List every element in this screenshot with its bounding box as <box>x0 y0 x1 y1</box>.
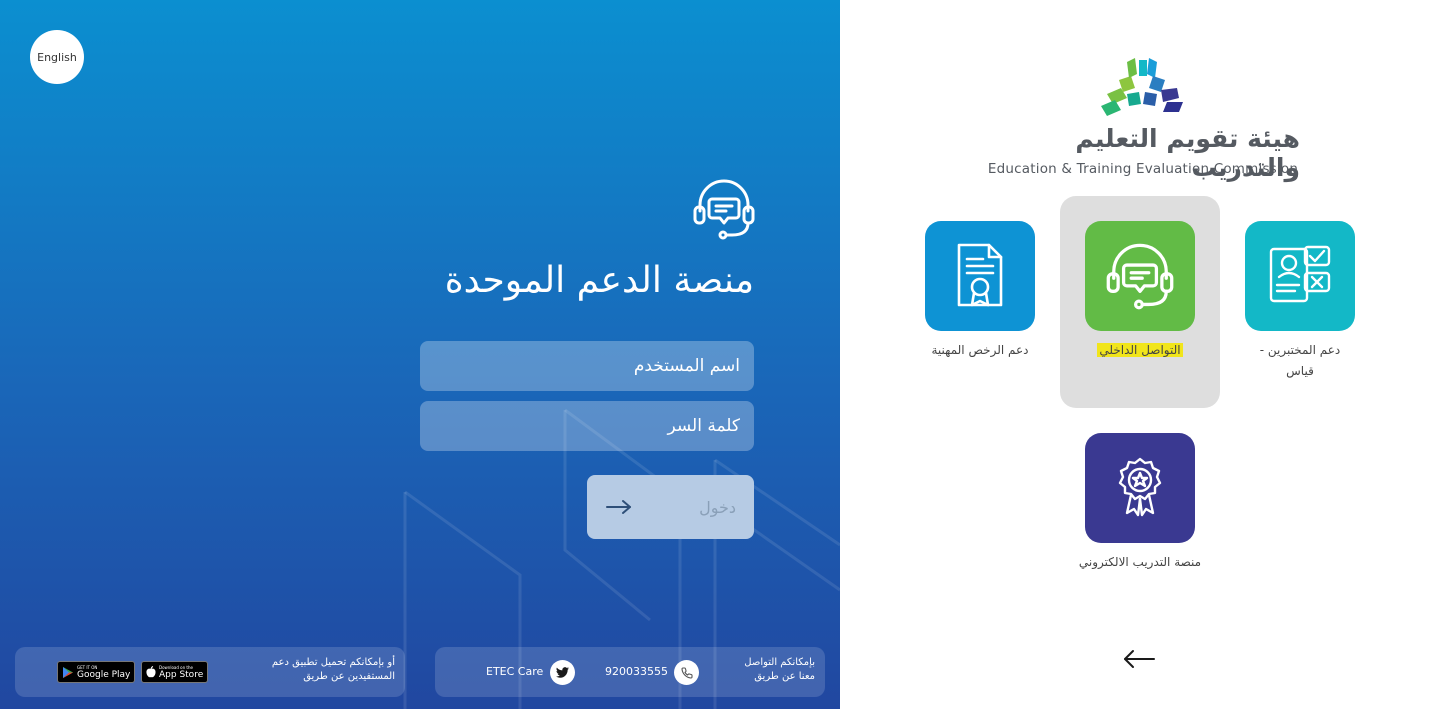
internal-communication-label[interactable]: التواصل الداخلي <box>1070 340 1210 361</box>
professional-licenses-tile[interactable] <box>925 221 1035 331</box>
qiyas-testers-support-tile[interactable] <box>1245 221 1355 331</box>
exam-check-icon <box>1269 245 1331 303</box>
language-toggle-button[interactable]: English <box>30 30 84 84</box>
password-input[interactable] <box>420 401 754 451</box>
internal-communication-label-text: التواصل الداخلي <box>1097 343 1183 357</box>
e-training-platform-tile[interactable] <box>1085 433 1195 543</box>
qiyas-label-line2: قياس <box>1286 364 1314 378</box>
apps-text-line1: أو بإمكانكم تحميل تطبيق دعم <box>271 657 395 668</box>
google-play-big: Google Play <box>77 669 131 680</box>
google-play-icon <box>63 666 73 678</box>
username-input[interactable] <box>420 341 754 391</box>
apps-text-line2: المستفيدين عن طريق <box>303 671 395 682</box>
apps-download-text: أو بإمكانكم تحميل تطبيق دعم المستفيدين ع… <box>215 656 395 684</box>
qiyas-testers-support-label[interactable]: دعم المختبرين - قياس <box>1230 340 1370 382</box>
phone-icon[interactable] <box>674 660 699 685</box>
arrow-left-icon[interactable] <box>1122 648 1156 670</box>
apps-download-bar: GET IT ON Google Play Download on the Ap… <box>15 647 405 697</box>
certificate-icon <box>957 243 1003 307</box>
contact-text-line2: معنا عن طريق <box>754 671 815 682</box>
login-button[interactable]: دخول <box>587 475 754 539</box>
headset-chat-icon <box>693 179 755 240</box>
award-badge-icon <box>1118 457 1162 517</box>
contact-text-line1: بإمكانكم التواصل <box>744 657 815 668</box>
contact-bar: ETEC Care 920033555 بإمكانكم التواصل معن… <box>435 647 825 697</box>
app-store-big: App Store <box>159 669 204 680</box>
phone-number[interactable]: 920033555 <box>605 665 668 678</box>
login-panel: English منصة الدعم الموحدة دخول GET IT O <box>0 0 840 709</box>
professional-licenses-label[interactable]: دعم الرخص المهنية <box>910 340 1050 361</box>
qiyas-label-line1: دعم المختبرين - <box>1259 343 1341 357</box>
twitter-icon[interactable] <box>550 660 575 685</box>
arrow-right-icon <box>606 500 631 514</box>
contact-text: بإمكانكم التواصل معنا عن طريق <box>705 656 815 684</box>
e-training-platform-label[interactable]: منصة التدريب الالكتروني <box>1060 552 1220 573</box>
twitter-handle[interactable]: ETEC Care <box>486 665 543 678</box>
login-button-label: دخول <box>699 497 736 517</box>
apple-icon <box>146 666 156 678</box>
internal-communication-tile[interactable] <box>1085 221 1195 331</box>
etec-logo-icon <box>1101 58 1183 116</box>
brand-name-english: Education & Training Evaluation Commissi… <box>987 161 1299 177</box>
google-play-button[interactable]: GET IT ON Google Play <box>57 661 136 683</box>
app-store-button[interactable]: Download on the App Store <box>141 661 209 683</box>
headset-chat-icon <box>1106 243 1174 310</box>
platform-title: منصة الدعم الموحدة <box>444 260 754 301</box>
